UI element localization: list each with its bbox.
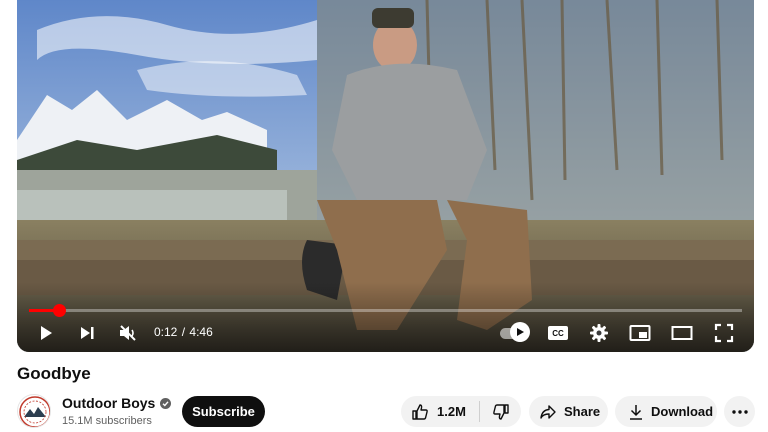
skip-next-icon xyxy=(81,327,94,339)
play-icon xyxy=(41,326,52,340)
fullscreen-button[interactable] xyxy=(709,318,739,348)
share-label: Share xyxy=(564,404,601,419)
miniplayer-icon xyxy=(629,325,651,341)
share-arrow-icon xyxy=(540,404,556,419)
outdoor-boys-logo-icon xyxy=(19,396,50,427)
like-dislike-group: 1.2M xyxy=(401,396,521,427)
progress-bar[interactable] xyxy=(29,309,742,312)
captions-icon: CC xyxy=(548,326,568,340)
thumbs-up-icon xyxy=(412,403,428,420)
fullscreen-icon xyxy=(714,323,734,343)
like-button[interactable]: 1.2M xyxy=(401,396,479,427)
mute-button[interactable] xyxy=(113,318,143,348)
settings-button[interactable] xyxy=(584,318,614,348)
like-count: 1.2M xyxy=(437,404,466,419)
dislike-button[interactable] xyxy=(480,396,521,427)
captions-button[interactable]: CC xyxy=(543,318,573,348)
more-actions-button[interactable] xyxy=(724,396,755,427)
gear-icon xyxy=(590,324,608,342)
more-horizontal-icon xyxy=(731,409,748,414)
channel-name[interactable]: Outdoor Boys xyxy=(62,395,155,411)
volume-muted-icon xyxy=(120,325,136,341)
thumbs-down-icon xyxy=(492,403,509,420)
channel-name-row[interactable]: Outdoor Boys xyxy=(62,395,172,411)
autoplay-knob[interactable] xyxy=(510,322,530,342)
video-title: Goodbye xyxy=(17,364,91,383)
verified-badge-icon xyxy=(160,397,172,409)
current-time: 0:12 xyxy=(154,325,178,339)
channel-avatar[interactable] xyxy=(17,394,51,428)
autoplay-play-icon xyxy=(517,328,524,336)
video-player[interactable]: 0:12 / 4:46 CC xyxy=(17,0,754,352)
theater-mode-button[interactable] xyxy=(667,318,697,348)
time-display: 0:12 / 4:46 xyxy=(154,325,213,339)
download-icon xyxy=(630,404,642,420)
player-controls: 0:12 / 4:46 CC xyxy=(17,318,754,348)
theater-mode-icon xyxy=(671,326,693,340)
time-separator: / xyxy=(181,325,186,339)
download-button[interactable]: Download xyxy=(615,396,717,427)
subscribe-button[interactable]: Subscribe xyxy=(182,396,265,427)
share-button[interactable]: Share xyxy=(529,396,608,427)
play-button[interactable] xyxy=(31,318,61,348)
duration: 4:46 xyxy=(189,325,213,339)
miniplayer-button[interactable] xyxy=(625,318,655,348)
subscriber-count: 15.1M subscribers xyxy=(62,415,152,427)
next-button[interactable] xyxy=(72,318,102,348)
download-label: Download xyxy=(651,404,714,419)
scrubber-handle[interactable] xyxy=(52,304,66,317)
